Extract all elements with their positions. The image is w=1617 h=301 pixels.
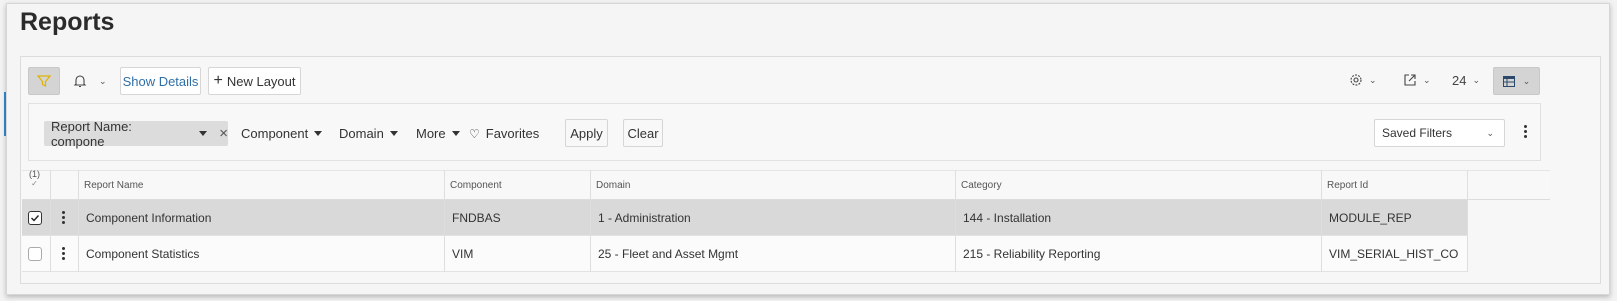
plus-icon: + [213, 72, 223, 89]
report-name-cell: Component Statistics [86, 246, 200, 261]
reports-panel: ⌄ Show Details + New Layout ⌄ ⌄ 24 ⌄ ⌄ R… [20, 56, 1601, 284]
domain-cell: 25 - Fleet and Asset Mgmt [598, 246, 739, 261]
table-row[interactable]: Component Information FNDBAS 1 - Adminis… [22, 200, 1467, 236]
more-filters-label: More [416, 126, 446, 141]
row-checkbox[interactable] [28, 236, 42, 271]
page-size-select[interactable]: 24 ⌄ [1452, 73, 1480, 88]
notifications-button[interactable]: ⌄ [73, 74, 107, 88]
filter-bar: Report Name: compone × Component Domain … [28, 103, 1541, 161]
settings-button[interactable]: ⌄ [1349, 73, 1377, 87]
chevron-down-icon: ⌄ [1423, 74, 1431, 85]
more-filters-dropdown[interactable]: More [416, 126, 460, 141]
domain-filter-dropdown[interactable]: Domain [339, 126, 398, 141]
row-checkbox[interactable] [28, 200, 42, 235]
page-size-value: 24 [1452, 73, 1467, 88]
check-icon: ✓ [31, 178, 38, 188]
table-view-icon [1502, 75, 1515, 87]
report-name-filter-chip[interactable]: Report Name: compone × [44, 118, 228, 149]
export-icon [1404, 74, 1416, 86]
report-name-cell: Component Information [86, 210, 212, 225]
column-header-domain[interactable]: Domain [596, 171, 630, 199]
checkbox-checked[interactable] [28, 210, 42, 225]
gear-icon [1350, 74, 1362, 86]
report-id-cell: MODULE_REP [1329, 210, 1412, 225]
component-cell: VIM [452, 246, 474, 261]
chip-label: Report Name: compone [51, 118, 132, 149]
saved-filters-label: Saved Filters [1382, 126, 1453, 140]
column-divider [50, 170, 51, 272]
domain-filter-label: Domain [339, 126, 384, 141]
row-actions-icon[interactable] [62, 236, 65, 271]
category-cell: 215 - Reliability Reporting [963, 246, 1101, 261]
component-filter-dropdown[interactable]: Component [241, 126, 323, 141]
column-divider [78, 170, 79, 272]
chevron-down-icon: ⌄ [99, 75, 107, 86]
domain-cell: 1 - Administration [598, 210, 691, 225]
caret-down-icon [199, 131, 208, 136]
bell-icon [73, 75, 87, 88]
page-title: Reports [20, 8, 115, 36]
chevron-down-icon: ⌄ [1522, 75, 1531, 86]
column-divider [955, 170, 956, 272]
row-actions-icon[interactable] [62, 200, 65, 235]
checkbox-unchecked[interactable] [28, 246, 42, 261]
component-filter-label: Component [241, 126, 309, 141]
favorites-label: Favorites [485, 126, 540, 141]
component-cell: FNDBAS [452, 210, 501, 225]
export-button[interactable]: ⌄ [1403, 73, 1431, 87]
chevron-down-icon: ⌄ [1369, 74, 1377, 85]
caret-down-icon [389, 131, 398, 136]
column-header-report-name[interactable]: Report Name [84, 171, 143, 199]
apply-button[interactable]: Apply [565, 119, 608, 147]
column-header-report-id[interactable]: Report Id [1327, 171, 1368, 199]
column-header-component[interactable]: Component [450, 171, 502, 199]
left-accent-bar [4, 92, 6, 136]
new-layout-label: New Layout [226, 73, 296, 89]
clear-button[interactable]: Clear [623, 119, 663, 147]
caret-down-icon [451, 131, 460, 136]
show-details-button[interactable]: Show Details [120, 67, 201, 95]
new-layout-button[interactable]: + New Layout [208, 67, 301, 95]
favorites-toggle[interactable]: ♡ Favorites [469, 126, 539, 141]
column-divider [444, 170, 445, 272]
column-divider [1321, 170, 1322, 272]
heart-icon: ♡ [469, 126, 480, 141]
selection-count[interactable]: (1) ✓ [29, 164, 40, 192]
chevron-down-icon: ⌄ [1486, 127, 1494, 138]
column-header-category[interactable]: Category [961, 171, 1002, 199]
funnel-icon [37, 75, 51, 87]
table-row[interactable]: Component Statistics VIM 25 - Fleet and … [22, 236, 1467, 272]
more-options-icon[interactable] [1524, 125, 1527, 138]
report-id-cell: VIM_SERIAL_HIST_COM... [1329, 246, 1459, 261]
saved-filters-select[interactable]: Saved Filters ⌄ [1374, 119, 1505, 147]
caret-down-icon [314, 131, 323, 136]
category-cell: 144 - Installation [963, 210, 1052, 225]
column-divider [1467, 170, 1468, 272]
chevron-down-icon: ⌄ [1472, 75, 1481, 85]
view-mode-button[interactable]: ⌄ [1493, 67, 1540, 95]
check-icon [31, 214, 40, 222]
close-icon[interactable]: × [219, 125, 228, 142]
column-divider [590, 170, 591, 272]
filter-toggle-button[interactable] [28, 67, 60, 95]
